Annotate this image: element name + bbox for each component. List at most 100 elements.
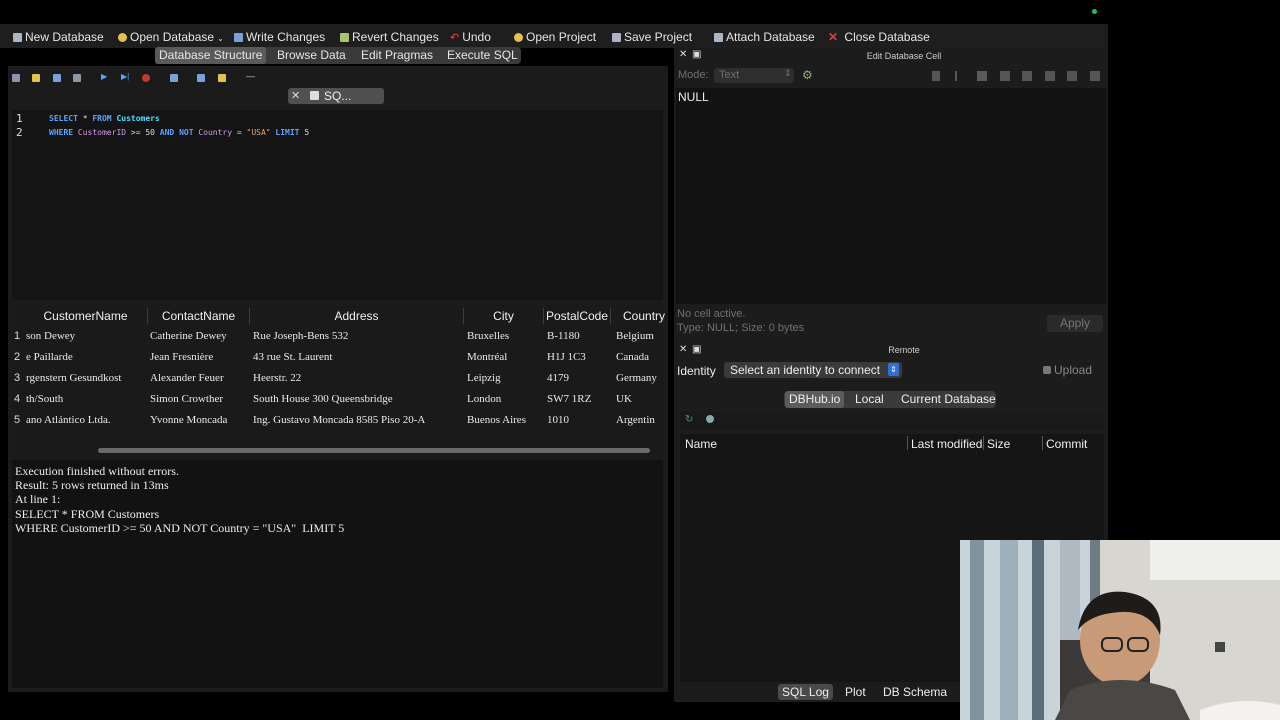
- column-header[interactable]: ContactName: [148, 308, 250, 324]
- table-cell[interactable]: Ing. Gustavo Moncada 8585 Piso 20-A: [253, 414, 461, 426]
- table-cell[interactable]: Bruxelles: [467, 330, 543, 342]
- table-cell[interactable]: Heerstr. 22: [253, 372, 461, 384]
- auto-switch-mode-icon[interactable]: ⚙: [802, 68, 815, 82]
- import-icon[interactable]: [932, 71, 940, 81]
- tab-db-schema[interactable]: DB Schema: [879, 684, 951, 700]
- column-header[interactable]: PostalCode: [544, 308, 611, 324]
- execute-current-line-icon[interactable]: ▶|: [121, 72, 129, 81]
- new-database-button[interactable]: New Database: [13, 29, 104, 45]
- identity-select[interactable]: Select an identity to connect ⇕: [724, 362, 902, 378]
- table-cell[interactable]: son Dewey: [26, 330, 146, 342]
- find-replace-icon[interactable]: [218, 74, 226, 82]
- table-cell[interactable]: 43 rue St. Laurent: [253, 351, 461, 363]
- apply-button[interactable]: Apply: [1047, 315, 1103, 332]
- stop-execution-icon[interactable]: [142, 74, 150, 82]
- horizontal-scrollbar[interactable]: [98, 448, 650, 453]
- tab-local[interactable]: Local: [851, 391, 888, 408]
- print-cell-icon[interactable]: [1090, 71, 1100, 81]
- word-wrap-icon[interactable]: [1022, 71, 1032, 81]
- row-number[interactable]: 3: [12, 372, 22, 384]
- table-cell[interactable]: Catherine Dewey: [150, 330, 248, 342]
- revert-changes-button[interactable]: Revert Changes: [340, 29, 439, 45]
- table-cell[interactable]: Yvonne Moncada: [150, 414, 248, 426]
- tab-edit-pragmas[interactable]: Edit Pragmas: [357, 47, 437, 64]
- table-cell[interactable]: 4179: [547, 372, 610, 384]
- tab-browse-data[interactable]: Browse Data: [273, 47, 350, 64]
- table-cell[interactable]: London: [467, 393, 543, 405]
- table-cell[interactable]: H1J 1C3: [547, 351, 610, 363]
- table-cell[interactable]: Alexander Feuer: [150, 372, 248, 384]
- save-results-icon[interactable]: [170, 74, 178, 82]
- cell-editor[interactable]: [676, 88, 1106, 304]
- row-number[interactable]: 4: [12, 393, 22, 405]
- table-cell[interactable]: South House 300 Queensbridge: [253, 393, 461, 405]
- tab-current-database[interactable]: Current Database: [897, 391, 1000, 408]
- upload-button[interactable]: Upload: [1038, 362, 1102, 378]
- tab-plot[interactable]: Plot: [841, 684, 870, 700]
- row-number[interactable]: 1: [12, 330, 22, 342]
- sql-editor[interactable]: [12, 110, 663, 300]
- tab-execute-sql[interactable]: Execute SQL: [443, 47, 522, 64]
- column-header[interactable]: City: [464, 308, 544, 324]
- open-in-app-icon[interactable]: [1067, 71, 1077, 81]
- close-panel-icon[interactable]: ✕: [679, 49, 687, 60]
- table-cell[interactable]: B-1180: [547, 330, 610, 342]
- set-null-icon[interactable]: [1000, 71, 1010, 81]
- table-cell[interactable]: ano Atlántico Ltda.: [26, 414, 146, 426]
- print-icon[interactable]: [73, 74, 81, 82]
- row-number[interactable]: 5: [12, 414, 22, 426]
- clone-icon[interactable]: [706, 415, 714, 423]
- save-project-button[interactable]: Save Project: [612, 29, 692, 45]
- column-header[interactable]: Size: [987, 437, 1010, 451]
- column-divider: [983, 436, 984, 450]
- tab-sql-log[interactable]: SQL Log: [778, 684, 833, 700]
- close-database-button[interactable]: ✕ Close Database: [828, 29, 930, 45]
- comment-icon[interactable]: —: [246, 71, 255, 81]
- table-cell[interactable]: Belgium: [616, 330, 663, 342]
- table-cell[interactable]: UK: [616, 393, 663, 405]
- undo-button[interactable]: ↶ Undo: [450, 29, 491, 45]
- find-icon[interactable]: [197, 74, 205, 82]
- close-tab-icon[interactable]: ✕: [291, 89, 300, 102]
- table-cell[interactable]: e Paillarde: [26, 351, 146, 363]
- table-cell[interactable]: Germany: [616, 372, 663, 384]
- table-cell[interactable]: Rue Joseph-Bens 532: [253, 330, 461, 342]
- line-number: 1: [16, 112, 23, 125]
- open-database-button[interactable]: Open Database ⌄: [118, 29, 224, 45]
- table-cell[interactable]: Buenos Aires: [467, 414, 543, 426]
- open-project-icon: [514, 33, 523, 42]
- write-changes-button[interactable]: Write Changes: [234, 29, 325, 45]
- open-sql-file-icon[interactable]: [32, 74, 40, 82]
- close-panel-icon[interactable]: ✕: [679, 344, 687, 355]
- table-cell[interactable]: th/South: [26, 393, 146, 405]
- execute-all-icon[interactable]: ▶: [101, 72, 107, 81]
- table-cell[interactable]: Canada: [616, 351, 663, 363]
- column-header[interactable]: Country: [611, 308, 665, 324]
- table-cell[interactable]: 1010: [547, 414, 610, 426]
- table-cell[interactable]: Leipzig: [467, 372, 543, 384]
- indent-icon[interactable]: [1045, 71, 1055, 81]
- open-project-button[interactable]: Open Project: [514, 29, 596, 45]
- table-cell[interactable]: rgenstern Gesundkost: [26, 372, 146, 384]
- dropdown-arrow-icon[interactable]: ⌄: [217, 34, 224, 43]
- tab-database-structure[interactable]: Database Structure: [155, 47, 267, 64]
- table-cell[interactable]: Argentin: [616, 414, 663, 426]
- column-header[interactable]: CustomerName: [24, 308, 148, 324]
- save-sql-file-icon[interactable]: [53, 74, 61, 82]
- export-icon[interactable]: [977, 71, 987, 81]
- open-tab-icon[interactable]: [12, 74, 20, 82]
- column-header[interactable]: Address: [250, 308, 464, 324]
- sql-editor-tab[interactable]: ✕ SQ...: [288, 88, 384, 104]
- tab-dbhub[interactable]: DBHub.io: [785, 391, 845, 408]
- column-header[interactable]: Commit: [1046, 437, 1087, 451]
- row-number[interactable]: 2: [12, 351, 22, 363]
- table-cell[interactable]: SW7 1RZ: [547, 393, 610, 405]
- column-header[interactable]: Name: [685, 437, 717, 451]
- table-cell[interactable]: Simon Crowther: [150, 393, 248, 405]
- column-header[interactable]: Last modified: [911, 437, 982, 451]
- refresh-icon[interactable]: ↻: [685, 414, 693, 425]
- table-cell[interactable]: Jean Fresnière: [150, 351, 248, 363]
- mode-select[interactable]: Text ⇕: [714, 68, 794, 83]
- attach-database-button[interactable]: Attach Database: [714, 29, 815, 45]
- table-cell[interactable]: Montréal: [467, 351, 543, 363]
